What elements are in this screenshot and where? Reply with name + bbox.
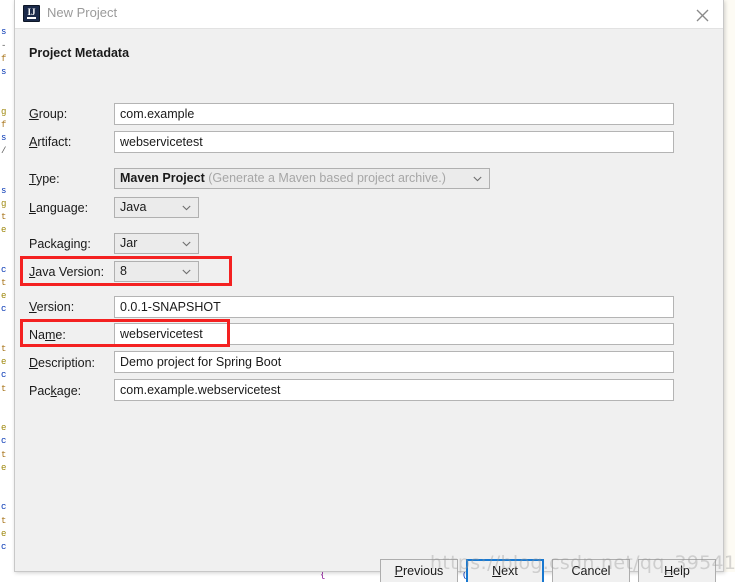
screenshot-root: s-fs gfs/ sgte ctec tect ecte ctec tect …	[0, 0, 735, 582]
chevron-down-icon	[182, 269, 191, 275]
background-editor-sliver: s-fs gfs/ sgte ctec tect ecte ctec tect …	[0, 0, 15, 582]
label-artifact: Artifact:	[29, 135, 72, 149]
language-combo[interactable]: Java	[114, 197, 199, 218]
packaging-combo-value: Jar	[120, 236, 138, 250]
label-packaging: Packaging:	[29, 237, 91, 251]
description-input[interactable]: Demo project for Spring Boot	[114, 351, 674, 373]
version-input[interactable]: 0.0.1-SNAPSHOT	[114, 296, 674, 318]
chevron-down-icon	[182, 241, 191, 247]
intellij-idea-icon: IJ	[23, 5, 40, 22]
close-icon[interactable]	[689, 3, 715, 25]
group-input[interactable]: com.example	[114, 103, 674, 125]
cancel-button[interactable]: Cancel	[552, 559, 630, 582]
type-combo-hint: (Generate a Maven based project archive.…	[208, 171, 446, 185]
help-button[interactable]: Help	[638, 559, 716, 582]
dialog-body: Project Metadata Group: com.example Arti…	[15, 29, 723, 582]
previous-button[interactable]: Previous	[380, 559, 458, 582]
type-combo[interactable]: Maven Project (Generate a Maven based pr…	[114, 168, 490, 189]
chevron-down-icon	[473, 176, 482, 182]
label-java-version: Java Version:	[29, 265, 105, 279]
chevron-down-icon	[182, 205, 191, 211]
new-project-dialog: IJ New Project Project Metadata Group: c…	[14, 0, 724, 582]
label-group: Group:	[29, 107, 68, 121]
label-description: Description:	[29, 356, 96, 370]
java-version-combo[interactable]: 8	[114, 261, 199, 282]
java-version-combo-value: 8	[120, 264, 127, 278]
page-title: Project Metadata	[29, 46, 130, 60]
dialog-titlebar: IJ New Project	[15, 0, 723, 29]
language-combo-value: Java	[120, 200, 147, 214]
package-input[interactable]: com.example.webservicetest	[114, 379, 674, 401]
label-name: Name:	[29, 328, 66, 342]
next-button[interactable]: Next	[466, 559, 544, 582]
artifact-input[interactable]: webservicetest	[114, 131, 674, 153]
label-version: Version:	[29, 300, 75, 314]
dialog-title: New Project	[47, 5, 118, 20]
name-input[interactable]: webservicetest	[114, 323, 674, 345]
label-package: Package:	[29, 384, 82, 398]
label-type: Type:	[29, 172, 60, 186]
packaging-combo[interactable]: Jar	[114, 233, 199, 254]
label-language: Language:	[29, 201, 89, 215]
type-combo-value: Maven Project	[120, 171, 205, 185]
